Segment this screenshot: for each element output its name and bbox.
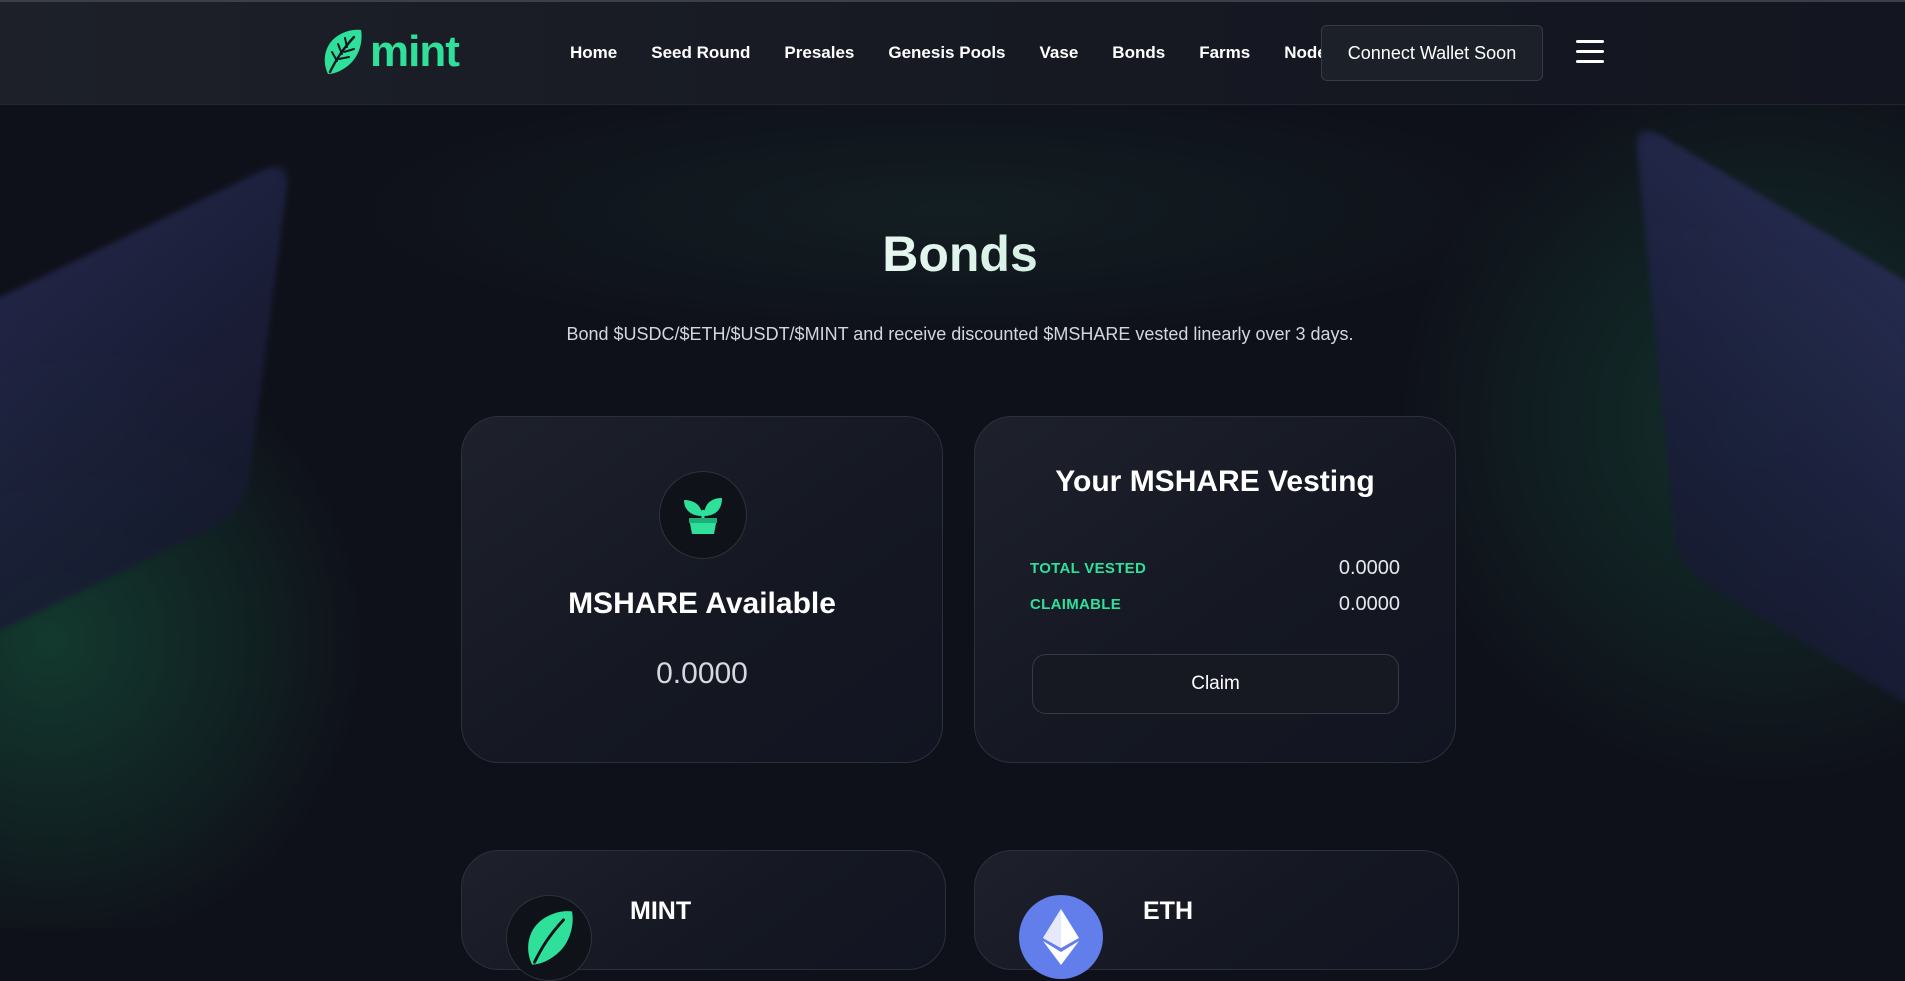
plant-icon	[659, 471, 747, 559]
bond-card-eth[interactable]: ETH	[974, 850, 1459, 979]
main-content: Bonds Bond $USDC/$ETH/$USDT/$MINT and re…	[0, 0, 1905, 981]
claimable-label: CLAIMABLE	[1030, 596, 1122, 613]
claimable-row: CLAIMABLE 0.0000	[1030, 593, 1400, 616]
vesting-title: Your MSHARE Vesting	[1055, 465, 1375, 498]
connect-wallet-button[interactable]: Connect Wallet Soon	[1321, 25, 1543, 81]
mshare-available-card: MSHARE Available 0.0000	[461, 416, 943, 763]
ethereum-icon	[1019, 895, 1103, 979]
top-border	[0, 0, 1905, 2]
mshare-vesting-card: Your MSHARE Vesting TOTAL VESTED 0.0000 …	[974, 416, 1456, 763]
bond-card-mint[interactable]: MINT	[461, 850, 946, 981]
total-vested-value: 0.0000	[1338, 557, 1400, 579]
claim-button[interactable]: Claim	[1032, 654, 1399, 714]
logo-text: mint	[370, 27, 460, 76]
page-title: Bonds	[0, 224, 1905, 284]
available-value: 0.0000	[656, 657, 748, 690]
page-subtitle: Bond $USDC/$ETH/$USDT/$MINT and receive …	[566, 324, 1354, 344]
token-name: MINT	[630, 897, 692, 925]
nav-seed-round[interactable]: Seed Round	[651, 43, 750, 63]
site-header: mint Home Seed Round Presales Genesis Po…	[0, 2, 1905, 105]
nav-farms[interactable]: Farms	[1199, 43, 1250, 63]
nav-bonds[interactable]: Bonds	[1112, 43, 1165, 63]
nav-home[interactable]: Home	[570, 43, 617, 63]
hamburger-icon[interactable]	[1576, 40, 1604, 64]
mint-logo-icon	[506, 895, 592, 981]
main-nav: Home Seed Round Presales Genesis Pools V…	[570, 2, 1336, 104]
claimable-value: 0.0000	[1338, 593, 1400, 615]
nav-genesis-pools[interactable]: Genesis Pools	[888, 43, 1005, 63]
available-title: MSHARE Available	[568, 587, 836, 620]
token-name: ETH	[1143, 897, 1193, 925]
logo[interactable]: mint	[320, 27, 460, 76]
nav-presales[interactable]: Presales	[784, 43, 854, 63]
nav-vase[interactable]: Vase	[1040, 43, 1079, 63]
total-vested-row: TOTAL VESTED 0.0000	[1030, 557, 1400, 580]
total-vested-label: TOTAL VESTED	[1030, 560, 1147, 577]
leaf-logo-icon	[324, 29, 362, 74]
